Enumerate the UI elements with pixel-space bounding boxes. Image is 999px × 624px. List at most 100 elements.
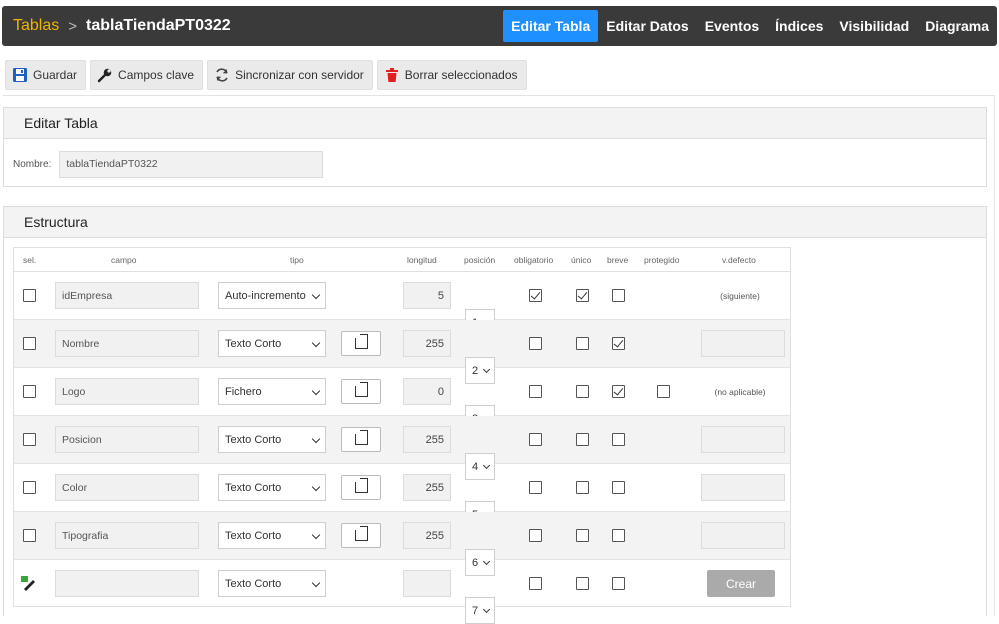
required-checkbox[interactable]: [529, 529, 542, 542]
col-campo: campo: [111, 254, 137, 265]
delete-selected-label: Borrar seleccionados: [404, 68, 518, 82]
field-options-button[interactable]: [341, 379, 381, 404]
field-type-select[interactable]: Texto Corto: [218, 474, 326, 501]
required-checkbox[interactable]: [529, 433, 542, 446]
field-name-input[interactable]: Nombre: [55, 330, 199, 357]
unique-checkbox[interactable]: [576, 337, 589, 350]
row-select-checkbox[interactable]: [23, 289, 36, 302]
structure-panel-header: Estructura: [4, 207, 986, 238]
unique-checkbox[interactable]: [576, 289, 589, 302]
field-options-button[interactable]: [341, 427, 381, 452]
required-checkbox[interactable]: [529, 337, 542, 350]
field-name-input[interactable]: Color: [55, 474, 199, 501]
field-length-input[interactable]: 5: [403, 282, 451, 309]
breadcrumb-root-link[interactable]: Tablas: [13, 17, 59, 35]
default-value-input[interactable]: [701, 330, 785, 357]
save-button[interactable]: Guardar: [5, 60, 87, 90]
brief-checkbox[interactable]: [612, 481, 625, 494]
export-icon: [355, 478, 368, 493]
field-type-select[interactable]: Auto-incremento: [218, 282, 326, 309]
tab-diagrama[interactable]: Diagrama: [917, 10, 997, 42]
col-posicion: posición: [464, 254, 496, 265]
field-type-select[interactable]: Texto Corto: [218, 522, 326, 549]
name-row: Nombre: tablaTiendaPT0322: [4, 139, 986, 189]
key-fields-label: Campos clave: [118, 68, 195, 82]
col-sel: sel.: [23, 254, 37, 265]
required-checkbox[interactable]: [529, 385, 542, 398]
create-field-button[interactable]: Crear: [707, 570, 775, 597]
table-row: Nombre Texto Corto 255 2: [14, 320, 790, 384]
tab-editar-tabla[interactable]: Editar Tabla: [503, 10, 599, 42]
default-value-input[interactable]: [701, 426, 785, 453]
breadcrumb: Tablas > tablaTiendaPT0322: [13, 17, 231, 35]
default-value-input[interactable]: [701, 474, 785, 501]
structure-title: Estructura: [24, 214, 88, 230]
unique-checkbox[interactable]: [576, 481, 589, 494]
col-longitud: longitud: [407, 254, 437, 265]
row-select-checkbox[interactable]: [23, 529, 36, 542]
new-unique-checkbox[interactable]: [576, 577, 589, 590]
tab-visibilidad[interactable]: Visibilidad: [831, 10, 917, 42]
floppy-disk-icon: [12, 67, 28, 83]
field-type-select[interactable]: Texto Corto: [218, 426, 326, 453]
table-row: idEmpresa Auto-incremento 5 1 (siguiente…: [14, 272, 790, 336]
table-name-input[interactable]: tablaTiendaPT0322: [59, 150, 324, 178]
table-row: Posicion Texto Corto 255 4: [14, 416, 790, 480]
field-type-select[interactable]: Fichero: [218, 378, 326, 405]
new-field-position-select[interactable]: 7: [465, 597, 495, 624]
required-checkbox[interactable]: [529, 289, 542, 302]
key-fields-button[interactable]: Campos clave: [90, 60, 204, 90]
col-protegido: protegido: [644, 254, 680, 265]
new-required-checkbox[interactable]: [529, 577, 542, 590]
new-field-row: Texto Corto 7 Crear: [14, 560, 790, 624]
row-select-checkbox[interactable]: [23, 337, 36, 350]
field-name-input[interactable]: idEmpresa: [55, 282, 199, 309]
field-length-input[interactable]: 0: [403, 378, 451, 405]
row-select-checkbox[interactable]: [23, 433, 36, 446]
top-bar: Tablas > tablaTiendaPT0322 Editar Tabla …: [2, 6, 997, 46]
new-brief-checkbox[interactable]: [612, 577, 625, 590]
row-select-checkbox[interactable]: [23, 385, 36, 398]
sync-server-label: Sincronizar con servidor: [235, 68, 364, 82]
brief-checkbox[interactable]: [612, 529, 625, 542]
required-checkbox[interactable]: [529, 481, 542, 494]
protected-checkbox[interactable]: [657, 385, 670, 398]
field-name-input[interactable]: Logo: [55, 378, 199, 405]
row-select-checkbox[interactable]: [23, 481, 36, 494]
tab-eventos[interactable]: Eventos: [697, 10, 767, 42]
delete-selected-button[interactable]: Borrar seleccionados: [376, 60, 527, 90]
brief-checkbox[interactable]: [612, 433, 625, 446]
brief-checkbox[interactable]: [612, 385, 625, 398]
new-field-type-select[interactable]: Texto Corto: [218, 570, 326, 597]
brief-checkbox[interactable]: [612, 337, 625, 350]
field-type-select[interactable]: Texto Corto: [218, 330, 326, 357]
export-icon: [355, 334, 368, 349]
field-length-input[interactable]: 255: [403, 330, 451, 357]
edit-table-panel-header: Editar Tabla: [4, 108, 986, 139]
field-options-button[interactable]: [341, 523, 381, 548]
field-options-button[interactable]: [341, 475, 381, 500]
field-name-input[interactable]: Tipografia: [55, 522, 199, 549]
unique-checkbox[interactable]: [576, 433, 589, 446]
brief-checkbox[interactable]: [612, 289, 625, 302]
tab-editar-datos[interactable]: Editar Datos: [598, 10, 696, 42]
edit-table-panel: Editar Tabla Nombre: tablaTiendaPT0322: [3, 107, 987, 187]
table-row: Tipografia Texto Corto 255 6: [14, 512, 790, 576]
field-length-input[interactable]: 255: [403, 522, 451, 549]
unique-checkbox[interactable]: [576, 529, 589, 542]
sync-server-button[interactable]: Sincronizar con servidor: [207, 60, 373, 90]
new-field-length-input[interactable]: [403, 570, 451, 597]
new-field-pencil-icon: [20, 575, 36, 591]
tab-indices[interactable]: Índices: [767, 10, 831, 42]
field-options-button[interactable]: [341, 331, 381, 356]
new-field-name-input[interactable]: [55, 570, 199, 597]
field-length-input[interactable]: 255: [403, 426, 451, 453]
unique-checkbox[interactable]: [576, 385, 589, 398]
grid-header: sel. campo tipo longitud posición obliga…: [14, 248, 790, 272]
tab-bar: Editar Tabla Editar Datos Eventos Índice…: [503, 10, 997, 42]
field-length-input[interactable]: 255: [403, 474, 451, 501]
default-value-input[interactable]: [701, 522, 785, 549]
edit-table-title: Editar Tabla: [24, 115, 98, 131]
field-name-input[interactable]: Posicion: [55, 426, 199, 453]
table-row: Logo Fichero 0 3 (no aplicable): [14, 368, 790, 432]
